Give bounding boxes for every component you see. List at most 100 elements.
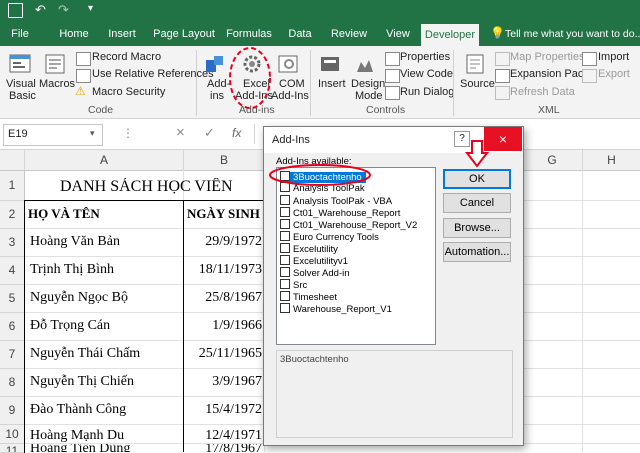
checkbox-icon[interactable]	[280, 219, 290, 230]
refresh-data-button[interactable]: Refresh Data	[510, 86, 575, 98]
list-item[interactable]: Src	[280, 279, 307, 291]
record-macro-button[interactable]: Record Macro	[92, 51, 161, 63]
cell-name[interactable]: Đỗ Trọng Cán	[30, 318, 110, 334]
cell-dob[interactable]: 25/8/1967	[186, 290, 262, 306]
automation-button[interactable]: Automation...	[443, 242, 511, 262]
run-dialog-button[interactable]: Run Dialog	[400, 86, 454, 98]
list-item[interactable]: Solver Add-in	[280, 267, 350, 279]
row-header[interactable]: 7	[0, 341, 25, 369]
cell-dob[interactable]: 3/9/1967	[186, 374, 262, 390]
cell-name[interactable]: Hoàng Mạnh Du	[30, 428, 124, 444]
save-icon[interactable]	[8, 3, 23, 18]
close-icon[interactable]: ×	[484, 127, 522, 151]
column-header-h[interactable]: H	[583, 150, 640, 170]
cell-dob[interactable]: 1/9/1966	[186, 318, 262, 334]
insert-controls-label[interactable]: Insert	[318, 78, 346, 90]
checkbox-icon[interactable]	[280, 255, 290, 266]
visual-basic-icon[interactable]	[8, 52, 32, 76]
column-header-a[interactable]: A	[25, 150, 184, 170]
list-item[interactable]: Timesheet	[280, 291, 337, 303]
cell-name[interactable]: Đào Thành Công	[30, 402, 126, 418]
checkbox-icon[interactable]	[280, 243, 290, 254]
cell-dob[interactable]: 15/4/1972	[186, 402, 262, 418]
macro-security-button[interactable]: Macro Security	[92, 86, 165, 98]
name-box[interactable]: E19 ▾	[3, 124, 103, 146]
row-header[interactable]: 9	[0, 397, 25, 425]
undo-icon[interactable]: ↶	[35, 2, 46, 18]
xml-source-label[interactable]: Source	[460, 78, 495, 90]
cell-name[interactable]: Nguyễn Thái Chấm	[30, 346, 140, 362]
cell-name[interactable]: Hoàng Tiến Dũng	[30, 444, 130, 452]
xml-source-icon[interactable]	[463, 52, 487, 76]
formula-bar-more-icon[interactable]: ⋮	[122, 126, 134, 140]
export-button[interactable]: Export	[598, 68, 630, 80]
tab-file[interactable]: File	[4, 22, 36, 46]
checkbox-icon[interactable]	[280, 231, 290, 242]
row-header[interactable]: 1	[0, 171, 25, 201]
browse-button[interactable]: Browse...	[443, 218, 511, 238]
cell-dob[interactable]: 25/11/1965	[186, 346, 262, 362]
checkbox-icon[interactable]	[280, 279, 290, 290]
checkbox-icon[interactable]	[280, 267, 290, 278]
tab-page-layout[interactable]: Page Layout	[150, 22, 218, 46]
tab-home[interactable]: Home	[52, 22, 96, 46]
properties-button[interactable]: Properties	[400, 51, 450, 63]
list-item[interactable]: Analysis ToolPak - VBA	[280, 195, 392, 207]
row-header[interactable]: 3	[0, 229, 25, 257]
cancel-formula-icon[interactable]: ×	[176, 124, 185, 141]
row-header[interactable]: 5	[0, 285, 25, 313]
header-name[interactable]: HỌ VÀ TÊN	[28, 206, 100, 222]
cell-dob[interactable]: 17/8/1967	[186, 444, 262, 452]
cell-name[interactable]: Nguyễn Thị Chiến	[30, 374, 134, 390]
tab-formulas[interactable]: Formulas	[222, 22, 276, 46]
row-header[interactable]: 8	[0, 369, 25, 397]
list-item[interactable]: Ct01_Warehouse_Report	[280, 207, 400, 219]
redo-icon[interactable]: ↷	[58, 2, 69, 18]
column-header-g[interactable]: G	[522, 150, 583, 170]
sheet-title[interactable]: DANH SÁCH HỌC VIÊN	[60, 178, 233, 196]
cancel-button[interactable]: Cancel	[443, 193, 511, 213]
list-item[interactable]: Excelutility	[280, 243, 338, 255]
cell-name[interactable]: Hoàng Văn Bản	[30, 234, 120, 250]
cell-dob[interactable]: 18/11/1973	[186, 262, 262, 278]
list-item[interactable]: Excelutilityv1	[280, 255, 348, 267]
insert-function-icon[interactable]: fx	[232, 126, 241, 140]
checkbox-icon[interactable]	[280, 195, 290, 206]
row-header[interactable]: 10	[0, 425, 25, 444]
map-properties-button[interactable]: Map Properties	[510, 51, 585, 63]
tab-developer[interactable]: Developer	[421, 24, 479, 46]
tab-insert[interactable]: Insert	[100, 22, 144, 46]
name-box-dropdown-icon[interactable]: ▾	[90, 128, 95, 139]
customize-qat-icon[interactable]: ▾	[88, 3, 93, 14]
import-button[interactable]: Import	[598, 51, 629, 63]
row-header[interactable]: 2	[0, 201, 25, 229]
row-header[interactable]: 6	[0, 313, 25, 341]
checkbox-icon[interactable]	[280, 291, 290, 302]
cell-name[interactable]: Nguyễn Ngọc Bộ	[30, 290, 128, 306]
macros-icon[interactable]	[43, 52, 67, 76]
enter-formula-icon[interactable]: ✓	[204, 125, 215, 141]
column-header-b[interactable]: B	[184, 150, 265, 170]
cell-dob[interactable]: 29/9/1972	[186, 234, 262, 250]
list-item[interactable]: Warehouse_Report_V1	[280, 303, 392, 315]
design-mode-icon[interactable]	[353, 52, 377, 76]
tab-data[interactable]: Data	[282, 22, 318, 46]
macros-label[interactable]: Macros	[39, 78, 75, 90]
cell-name[interactable]: Trịnh Thị Bình	[30, 262, 114, 278]
list-item[interactable]: Ct01_Warehouse_Report_V2	[280, 219, 417, 231]
insert-controls-icon[interactable]	[318, 52, 342, 76]
checkbox-icon[interactable]	[280, 303, 290, 314]
checkbox-icon[interactable]	[280, 207, 290, 218]
com-add-ins-icon[interactable]	[276, 52, 300, 76]
select-all-corner[interactable]	[0, 150, 25, 170]
list-item[interactable]: Euro Currency Tools	[280, 231, 379, 243]
cell-dob[interactable]: 12/4/1971	[186, 428, 262, 444]
add-ins-list[interactable]: ✓ 3Buoctachtenho Analysis ToolPak Analysi…	[276, 167, 436, 345]
header-dob[interactable]: NGÀY SINH	[187, 206, 263, 222]
row-header[interactable]: 4	[0, 257, 25, 285]
tab-view[interactable]: View	[380, 22, 416, 46]
tab-review[interactable]: Review	[326, 22, 372, 46]
tell-me-box[interactable]: Tell me what you want to do...	[505, 28, 640, 40]
ok-button[interactable]: OK	[443, 169, 511, 189]
add-ins-icon[interactable]	[203, 52, 227, 76]
